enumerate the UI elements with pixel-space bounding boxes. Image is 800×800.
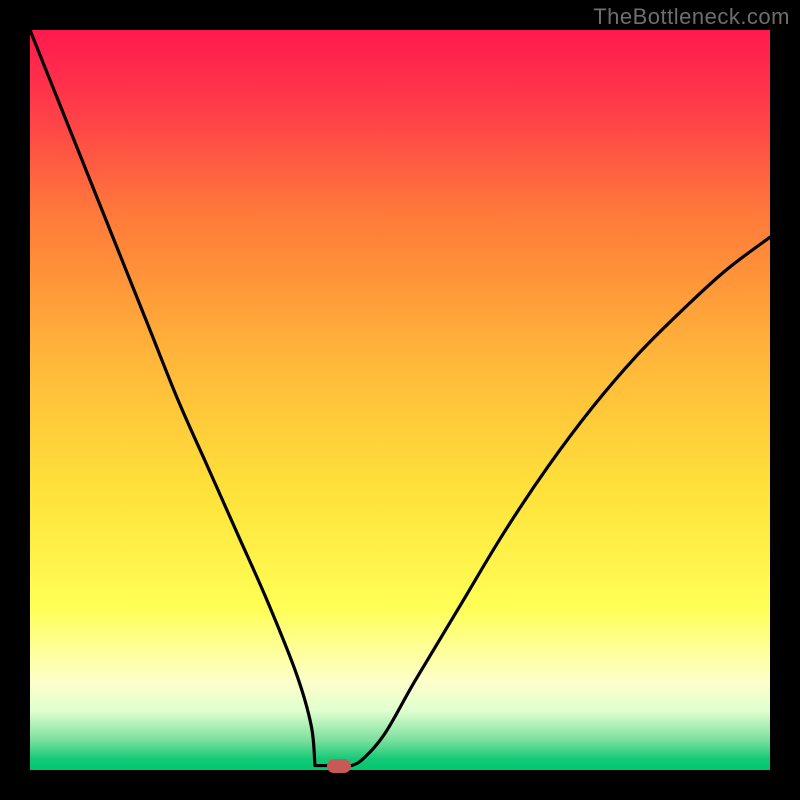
bottleneck-curve <box>30 30 770 770</box>
chart-frame: TheBottleneck.com <box>0 0 800 800</box>
plot-area <box>30 30 770 770</box>
watermark-text: TheBottleneck.com <box>593 4 790 30</box>
optimal-marker <box>327 759 351 773</box>
